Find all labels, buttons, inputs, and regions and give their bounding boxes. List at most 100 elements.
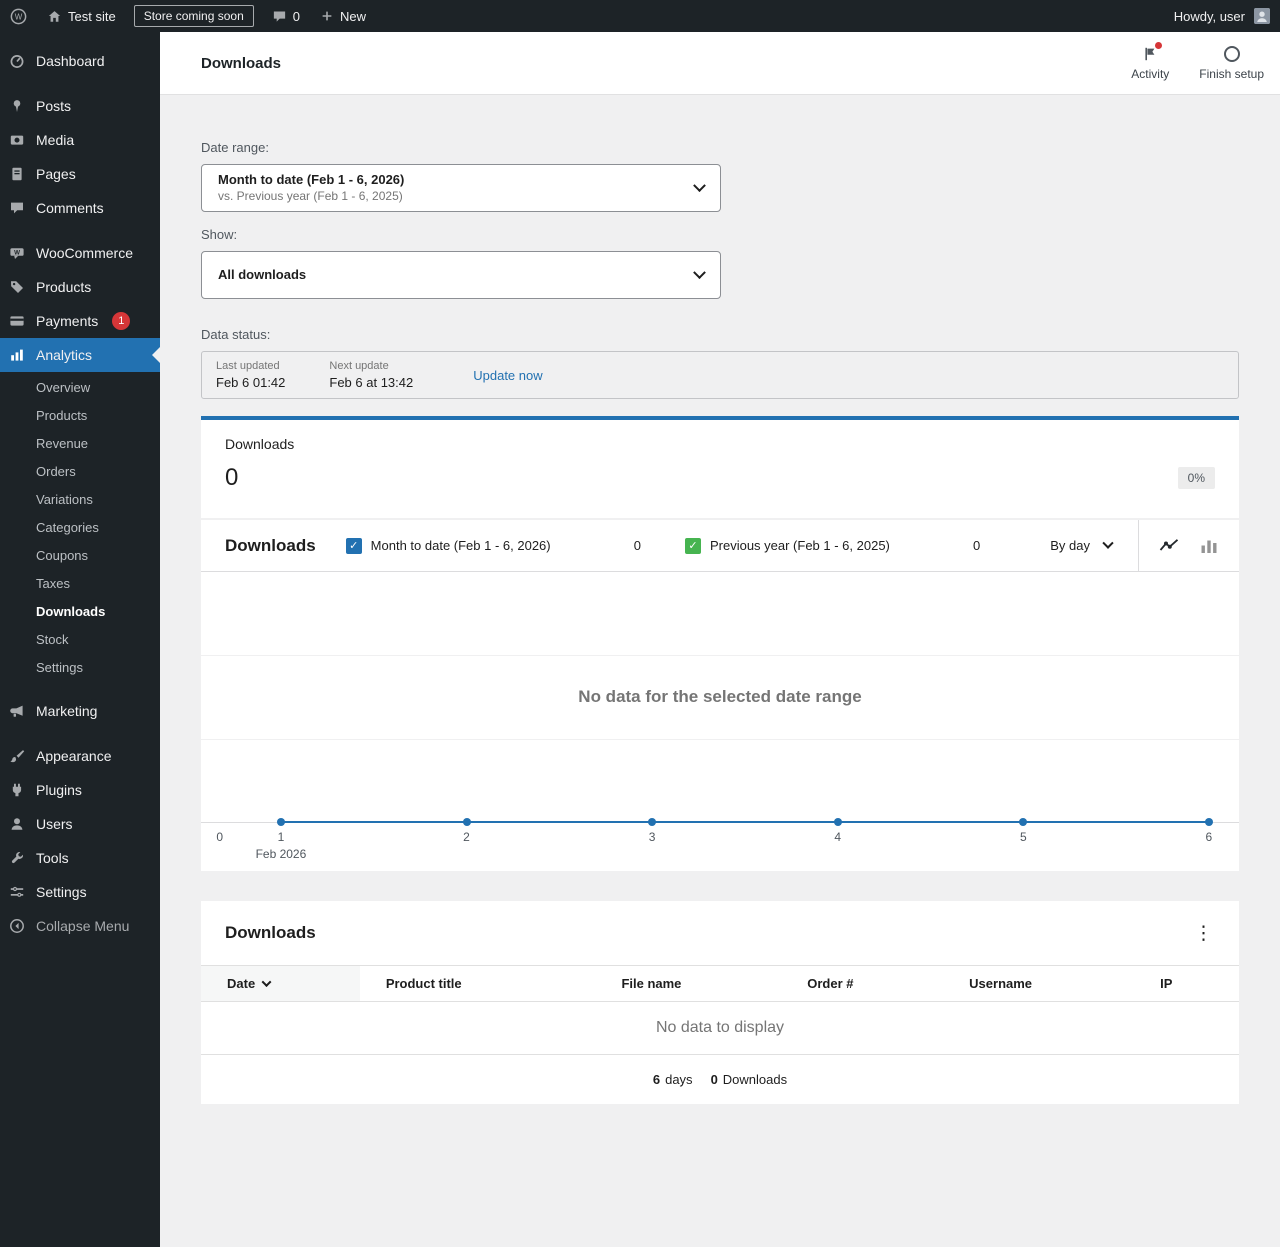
finish-setup-button[interactable]: Finish setup	[1197, 41, 1266, 85]
home-icon	[47, 9, 62, 24]
chevron-down-icon	[693, 265, 706, 279]
coming-soon-badge[interactable]: Store coming soon	[133, 5, 254, 27]
sidebar-item-settings[interactable]: Settings	[0, 875, 160, 909]
sidebar-item-pages[interactable]: Pages	[0, 157, 160, 191]
table-menu-kebab-icon[interactable]: ⋮	[1180, 918, 1227, 949]
next-update-value: Feb 6 at 13:42	[329, 375, 414, 390]
submenu-item-downloads[interactable]: Downloads	[0, 598, 160, 626]
column-header-ip[interactable]: IP	[1134, 966, 1239, 1001]
table-summary-row: 6 days 0 Downloads	[201, 1054, 1239, 1104]
downloads-summary-tile[interactable]: Downloads 0 0%	[201, 416, 1239, 518]
table-title: Downloads	[225, 923, 316, 942]
comments-bubble-icon	[8, 199, 26, 217]
finish-setup-circle-icon	[1223, 45, 1240, 63]
summary-label: Downloads	[225, 436, 295, 452]
sidebar-item-media[interactable]: Media	[0, 123, 160, 157]
activity-label: Activity	[1131, 67, 1170, 81]
sidebar-item-analytics[interactable]: Analytics	[0, 338, 160, 372]
next-update-label: Next update	[329, 360, 389, 372]
column-header-order-number[interactable]: Order #	[781, 966, 943, 1001]
submenu-item-coupons[interactable]: Coupons	[0, 542, 160, 570]
sidebar-item-marketing[interactable]: Marketing	[0, 694, 160, 728]
date-range-dropdown[interactable]: Month to date (Feb 1 - 6, 2026) vs. Prev…	[201, 164, 721, 212]
submenu-item-orders[interactable]: Orders	[0, 458, 160, 486]
submenu-item-categories[interactable]: Categories	[0, 514, 160, 542]
howdy-menu[interactable]: Howdy, user	[1174, 0, 1280, 32]
activity-unread-dot	[1155, 42, 1163, 49]
legend-current-value: 0	[633, 538, 641, 553]
last-updated-value: Feb 6 01:42	[216, 375, 286, 390]
x-tick-1: 1 Feb 2026	[255, 830, 307, 861]
show-label: Show:	[201, 227, 238, 242]
finish-setup-label: Finish setup	[1199, 67, 1264, 81]
analytics-chart-icon	[8, 346, 26, 364]
bar-chart-toggle-button[interactable]	[1189, 520, 1229, 572]
new-label: New	[339, 8, 366, 24]
sidebar-item-posts[interactable]: Posts	[0, 89, 160, 123]
sidebar-item-products[interactable]: Products	[0, 270, 160, 304]
submenu-item-overview[interactable]: Overview	[0, 374, 160, 402]
sidebar-item-tools[interactable]: Tools	[0, 841, 160, 875]
chevron-down-icon	[1102, 537, 1114, 549]
tools-wrench-icon	[8, 849, 26, 867]
summary-downloads-value: 0	[710, 1072, 718, 1087]
column-header-product-title[interactable]: Product title	[360, 966, 596, 1001]
settings-sliders-icon	[8, 883, 26, 901]
plus-icon	[320, 9, 334, 23]
chart-title: Downloads	[225, 535, 316, 555]
plugins-plug-icon	[8, 781, 26, 799]
data-status-box: Last updated Feb 6 01:42 Next update Feb…	[201, 351, 1239, 399]
legend-current-period[interactable]: ✓ Month to date (Feb 1 - 6, 2026) 0	[345, 537, 685, 554]
column-header-username[interactable]: Username	[943, 966, 1134, 1001]
legend-previous-checkbox[interactable]: ✓	[684, 537, 701, 554]
legend-previous-period[interactable]: ✓ Previous year (Feb 1 - 6, 2025) 0	[684, 537, 1024, 554]
page-title: Downloads	[201, 54, 282, 72]
posts-pin-icon	[8, 97, 26, 115]
table-empty-message: No data to display	[655, 1019, 785, 1036]
submenu-item-products[interactable]: Products	[0, 402, 160, 430]
submenu-item-settings[interactable]: Settings	[0, 654, 160, 682]
sidebar-item-users[interactable]: Users	[0, 807, 160, 841]
date-range-label: Date range:	[201, 140, 269, 155]
sidebar-item-payments[interactable]: Payments 1	[0, 304, 160, 338]
update-now-link[interactable]: Update now	[473, 368, 542, 383]
legend-current-checkbox[interactable]: ✓	[345, 537, 362, 554]
wordpress-logo-menu[interactable]: W	[0, 0, 37, 32]
user-avatar	[1254, 8, 1270, 24]
legend-current-label: Month to date (Feb 1 - 6, 2026)	[370, 538, 551, 553]
sidebar-item-woocommerce[interactable]: W WooCommerce	[0, 236, 160, 270]
sidebar-item-appearance[interactable]: Appearance	[0, 739, 160, 773]
legend-previous-value: 0	[973, 538, 981, 553]
date-range-value: Month to date (Feb 1 - 6, 2026)	[218, 171, 405, 187]
new-button[interactable]: New	[310, 0, 376, 32]
interval-select[interactable]: By day	[1024, 537, 1138, 553]
chart-plot-area: No data for the selected date range	[201, 572, 1239, 826]
sidebar-item-comments[interactable]: Comments	[0, 191, 160, 225]
table-column-headers: Date Product title File name Order # Use…	[201, 965, 1239, 1002]
submenu-item-revenue[interactable]: Revenue	[0, 430, 160, 458]
products-tag-icon	[8, 278, 26, 296]
activity-button[interactable]: Activity	[1129, 41, 1171, 85]
svg-text:W: W	[14, 249, 20, 256]
summary-delta-badge: 0%	[1177, 467, 1215, 489]
column-header-date[interactable]: Date	[201, 966, 360, 1001]
submenu-item-stock[interactable]: Stock	[0, 626, 160, 654]
show-dropdown[interactable]: All downloads	[201, 251, 721, 299]
x-tick-5: 5	[1019, 830, 1027, 844]
payments-card-icon	[8, 312, 26, 330]
interval-value: By day	[1050, 538, 1091, 553]
sidebar-item-collapse-menu[interactable]: Collapse Menu	[0, 909, 160, 943]
column-header-file-name[interactable]: File name	[595, 966, 781, 1001]
sidebar-item-dashboard[interactable]: Dashboard	[0, 44, 160, 78]
line-chart-toggle-button[interactable]	[1149, 520, 1189, 572]
chevron-down-icon	[693, 178, 706, 192]
summary-value: 0	[225, 464, 239, 491]
site-name-menu[interactable]: Test site	[37, 0, 126, 32]
users-person-icon	[8, 815, 26, 833]
last-updated-label: Last updated	[216, 360, 280, 372]
x-tick-3: 3	[648, 830, 656, 844]
submenu-item-taxes[interactable]: Taxes	[0, 570, 160, 598]
submenu-item-variations[interactable]: Variations	[0, 486, 160, 514]
sidebar-item-plugins[interactable]: Plugins	[0, 773, 160, 807]
comments-button[interactable]: 0	[262, 0, 310, 32]
